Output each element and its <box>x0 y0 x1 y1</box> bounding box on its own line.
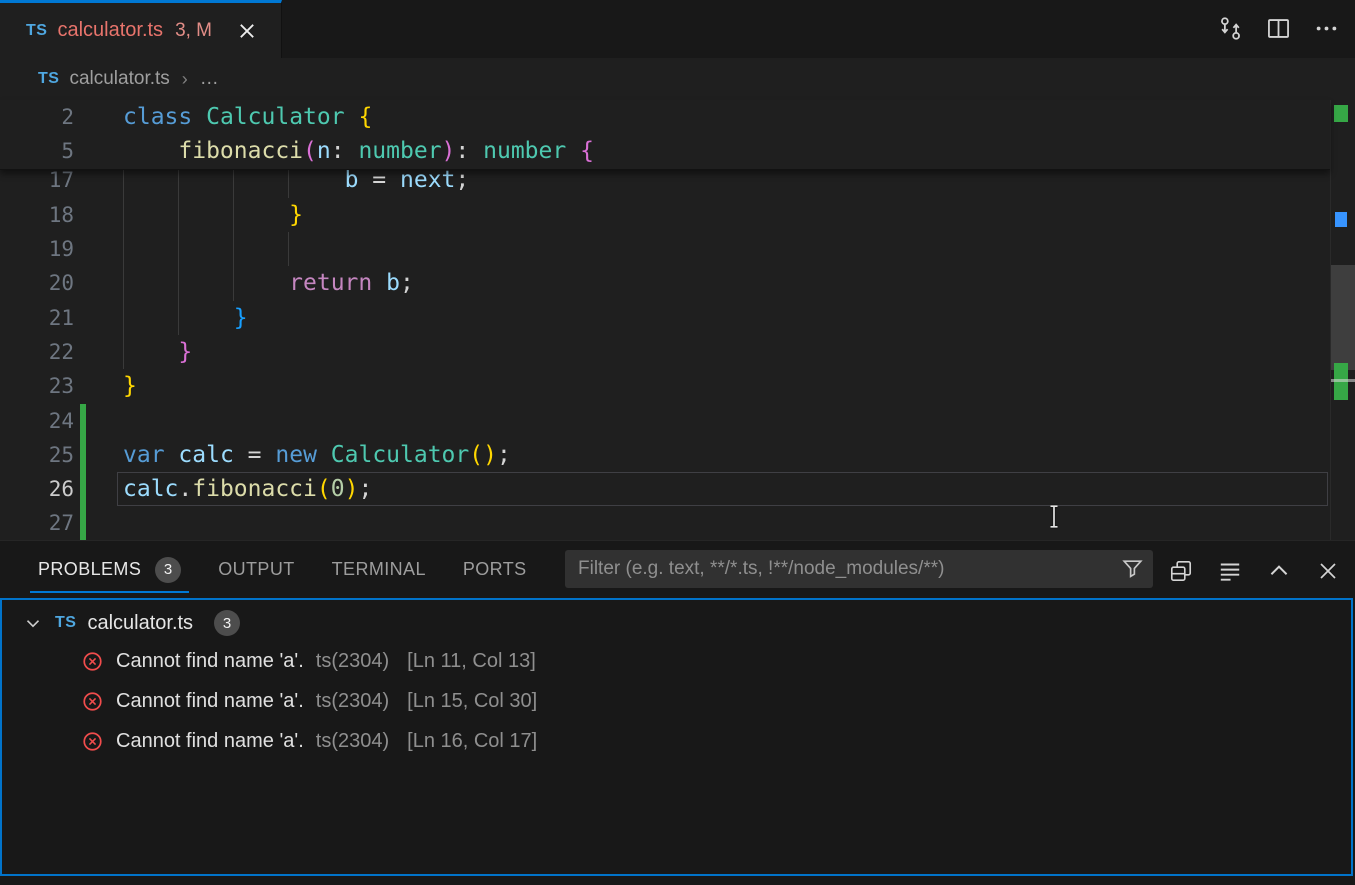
overview-info-mark <box>1335 212 1347 227</box>
error-icon <box>81 650 104 673</box>
problems-list: TS calculator.ts 3 Cannot find name 'a'.… <box>0 598 1355 878</box>
line-number[interactable]: 18 <box>0 198 74 232</box>
code-line-23[interactable]: 23} <box>0 369 1330 403</box>
maximize-panel-icon[interactable] <box>1264 556 1293 585</box>
panel-tab-ports[interactable]: PORTS <box>463 541 527 598</box>
problems-group-filename: calculator.ts <box>87 612 193 635</box>
problem-source: ts(2304) <box>316 650 389 673</box>
panel-actions <box>1166 556 1342 585</box>
editor-scrollbar[interactable] <box>1330 100 1355 540</box>
line-number[interactable]: 26 <box>0 472 74 506</box>
filter-icon <box>1120 556 1145 586</box>
problem-item[interactable]: Cannot find name 'a'. ts(2304) [Ln 16, Col… <box>0 721 1353 761</box>
overview-cursor-mark <box>1331 379 1355 382</box>
problems-count-badge: 3 <box>155 557 181 583</box>
line-number[interactable]: 27 <box>0 506 74 540</box>
typescript-file-icon: TS <box>26 22 47 40</box>
sticky-line-5[interactable]: 5 fibonacci(n: number): number { <box>0 134 1330 168</box>
code-line-22[interactable]: 22 } <box>0 335 1330 369</box>
problem-source: ts(2304) <box>316 690 389 713</box>
problem-message: Cannot find name 'a'. <box>116 650 304 673</box>
open-changes-icon[interactable] <box>1216 14 1245 43</box>
error-icon <box>81 690 104 713</box>
line-number: 2 <box>0 100 74 134</box>
mouse-cursor-ibeam <box>1046 503 1062 535</box>
problem-message: Cannot find name 'a'. <box>116 690 304 713</box>
problem-message: Cannot find name 'a'. <box>116 730 304 753</box>
code-line-19[interactable]: 19 <box>0 232 1330 266</box>
breadcrumb[interactable]: TS calculator.ts › … <box>0 58 1355 100</box>
code-line-21[interactable]: 21 } <box>0 301 1330 335</box>
problems-file-group[interactable]: TS calculator.ts 3 <box>0 605 1353 641</box>
line-number[interactable]: 22 <box>0 335 74 369</box>
overview-git-added-mark <box>1334 105 1348 122</box>
typescript-file-icon: TS <box>55 614 76 632</box>
line-number[interactable]: 20 <box>0 266 74 300</box>
editor-actions <box>1216 14 1341 43</box>
sticky-scroll[interactable]: 2class Calculator {5 fibonacci(n: number… <box>0 100 1330 170</box>
code-editor[interactable]: 17 b = next;18 }1920 return b;21 }22 }23… <box>0 100 1355 540</box>
problems-filter <box>565 550 1153 588</box>
problem-location: [Ln 11, Col 13] <box>407 650 536 673</box>
more-actions-icon[interactable] <box>1312 14 1341 43</box>
line-number[interactable]: 24 <box>0 404 74 438</box>
problem-location: [Ln 15, Col 30] <box>407 690 537 713</box>
typescript-file-icon: TS <box>38 70 59 88</box>
editor-tab-bar: TS calculator.ts 3, M <box>0 0 1355 58</box>
close-panel-icon[interactable] <box>1313 556 1342 585</box>
panel-tab-output[interactable]: OUTPUT <box>218 541 294 598</box>
bottom-panel: PROBLEMS3 OUTPUT TERMINAL PORTS <box>0 540 1355 885</box>
code-line-24[interactable]: 24 <box>0 404 1330 438</box>
problems-group-count-badge: 3 <box>214 610 240 636</box>
panel-tab-bar: PROBLEMS3 OUTPUT TERMINAL PORTS <box>0 541 527 598</box>
problem-item[interactable]: Cannot find name 'a'. ts(2304) [Ln 15, Col… <box>0 681 1353 721</box>
line-number[interactable]: 19 <box>0 232 74 266</box>
panel-tab-terminal[interactable]: TERMINAL <box>332 541 426 598</box>
tab-problems-modified-decoration: 3, M <box>175 20 212 42</box>
tab-title: calculator.ts <box>57 19 163 42</box>
line-number[interactable]: 21 <box>0 301 74 335</box>
panel-tab-problems[interactable]: PROBLEMS3 <box>38 541 181 598</box>
line-number: 5 <box>0 134 74 168</box>
breadcrumb-separator-icon: › <box>182 69 188 90</box>
code-line-26[interactable]: 26calc.fibonacci(0); <box>0 472 1330 506</box>
vscode-window: { "tab_bar": { "tab": { "file_icon": "TS… <box>0 0 1355 885</box>
code-line-20[interactable]: 20 return b; <box>0 266 1330 300</box>
tab-close-icon[interactable] <box>234 18 260 44</box>
code-line-25[interactable]: 25var calc = new Calculator(); <box>0 438 1330 472</box>
chevron-down-icon[interactable] <box>22 612 44 634</box>
git-added-indicator <box>80 404 86 541</box>
problem-source: ts(2304) <box>316 730 389 753</box>
tab-calculator-ts[interactable]: TS calculator.ts 3, M <box>0 0 282 58</box>
collapse-all-icon[interactable] <box>1215 556 1244 585</box>
line-number[interactable]: 25 <box>0 438 74 472</box>
code-line-27[interactable]: 27 <box>0 506 1330 540</box>
code-line-18[interactable]: 18 } <box>0 198 1330 232</box>
scrollbar-thumb[interactable] <box>1331 265 1355 370</box>
breadcrumb-symbol-ellipsis[interactable]: … <box>200 68 219 90</box>
sticky-line-2[interactable]: 2class Calculator { <box>0 100 1330 134</box>
breadcrumb-file[interactable]: calculator.ts <box>69 68 169 90</box>
view-as-table-icon[interactable] <box>1166 556 1195 585</box>
line-number[interactable]: 23 <box>0 369 74 403</box>
error-icon <box>81 730 104 753</box>
problem-item[interactable]: Cannot find name 'a'. ts(2304) [Ln 11, Col… <box>0 641 1353 681</box>
problems-filter-input[interactable] <box>565 550 1118 588</box>
problem-location: [Ln 16, Col 17] <box>407 730 537 753</box>
split-editor-icon[interactable] <box>1264 14 1293 43</box>
